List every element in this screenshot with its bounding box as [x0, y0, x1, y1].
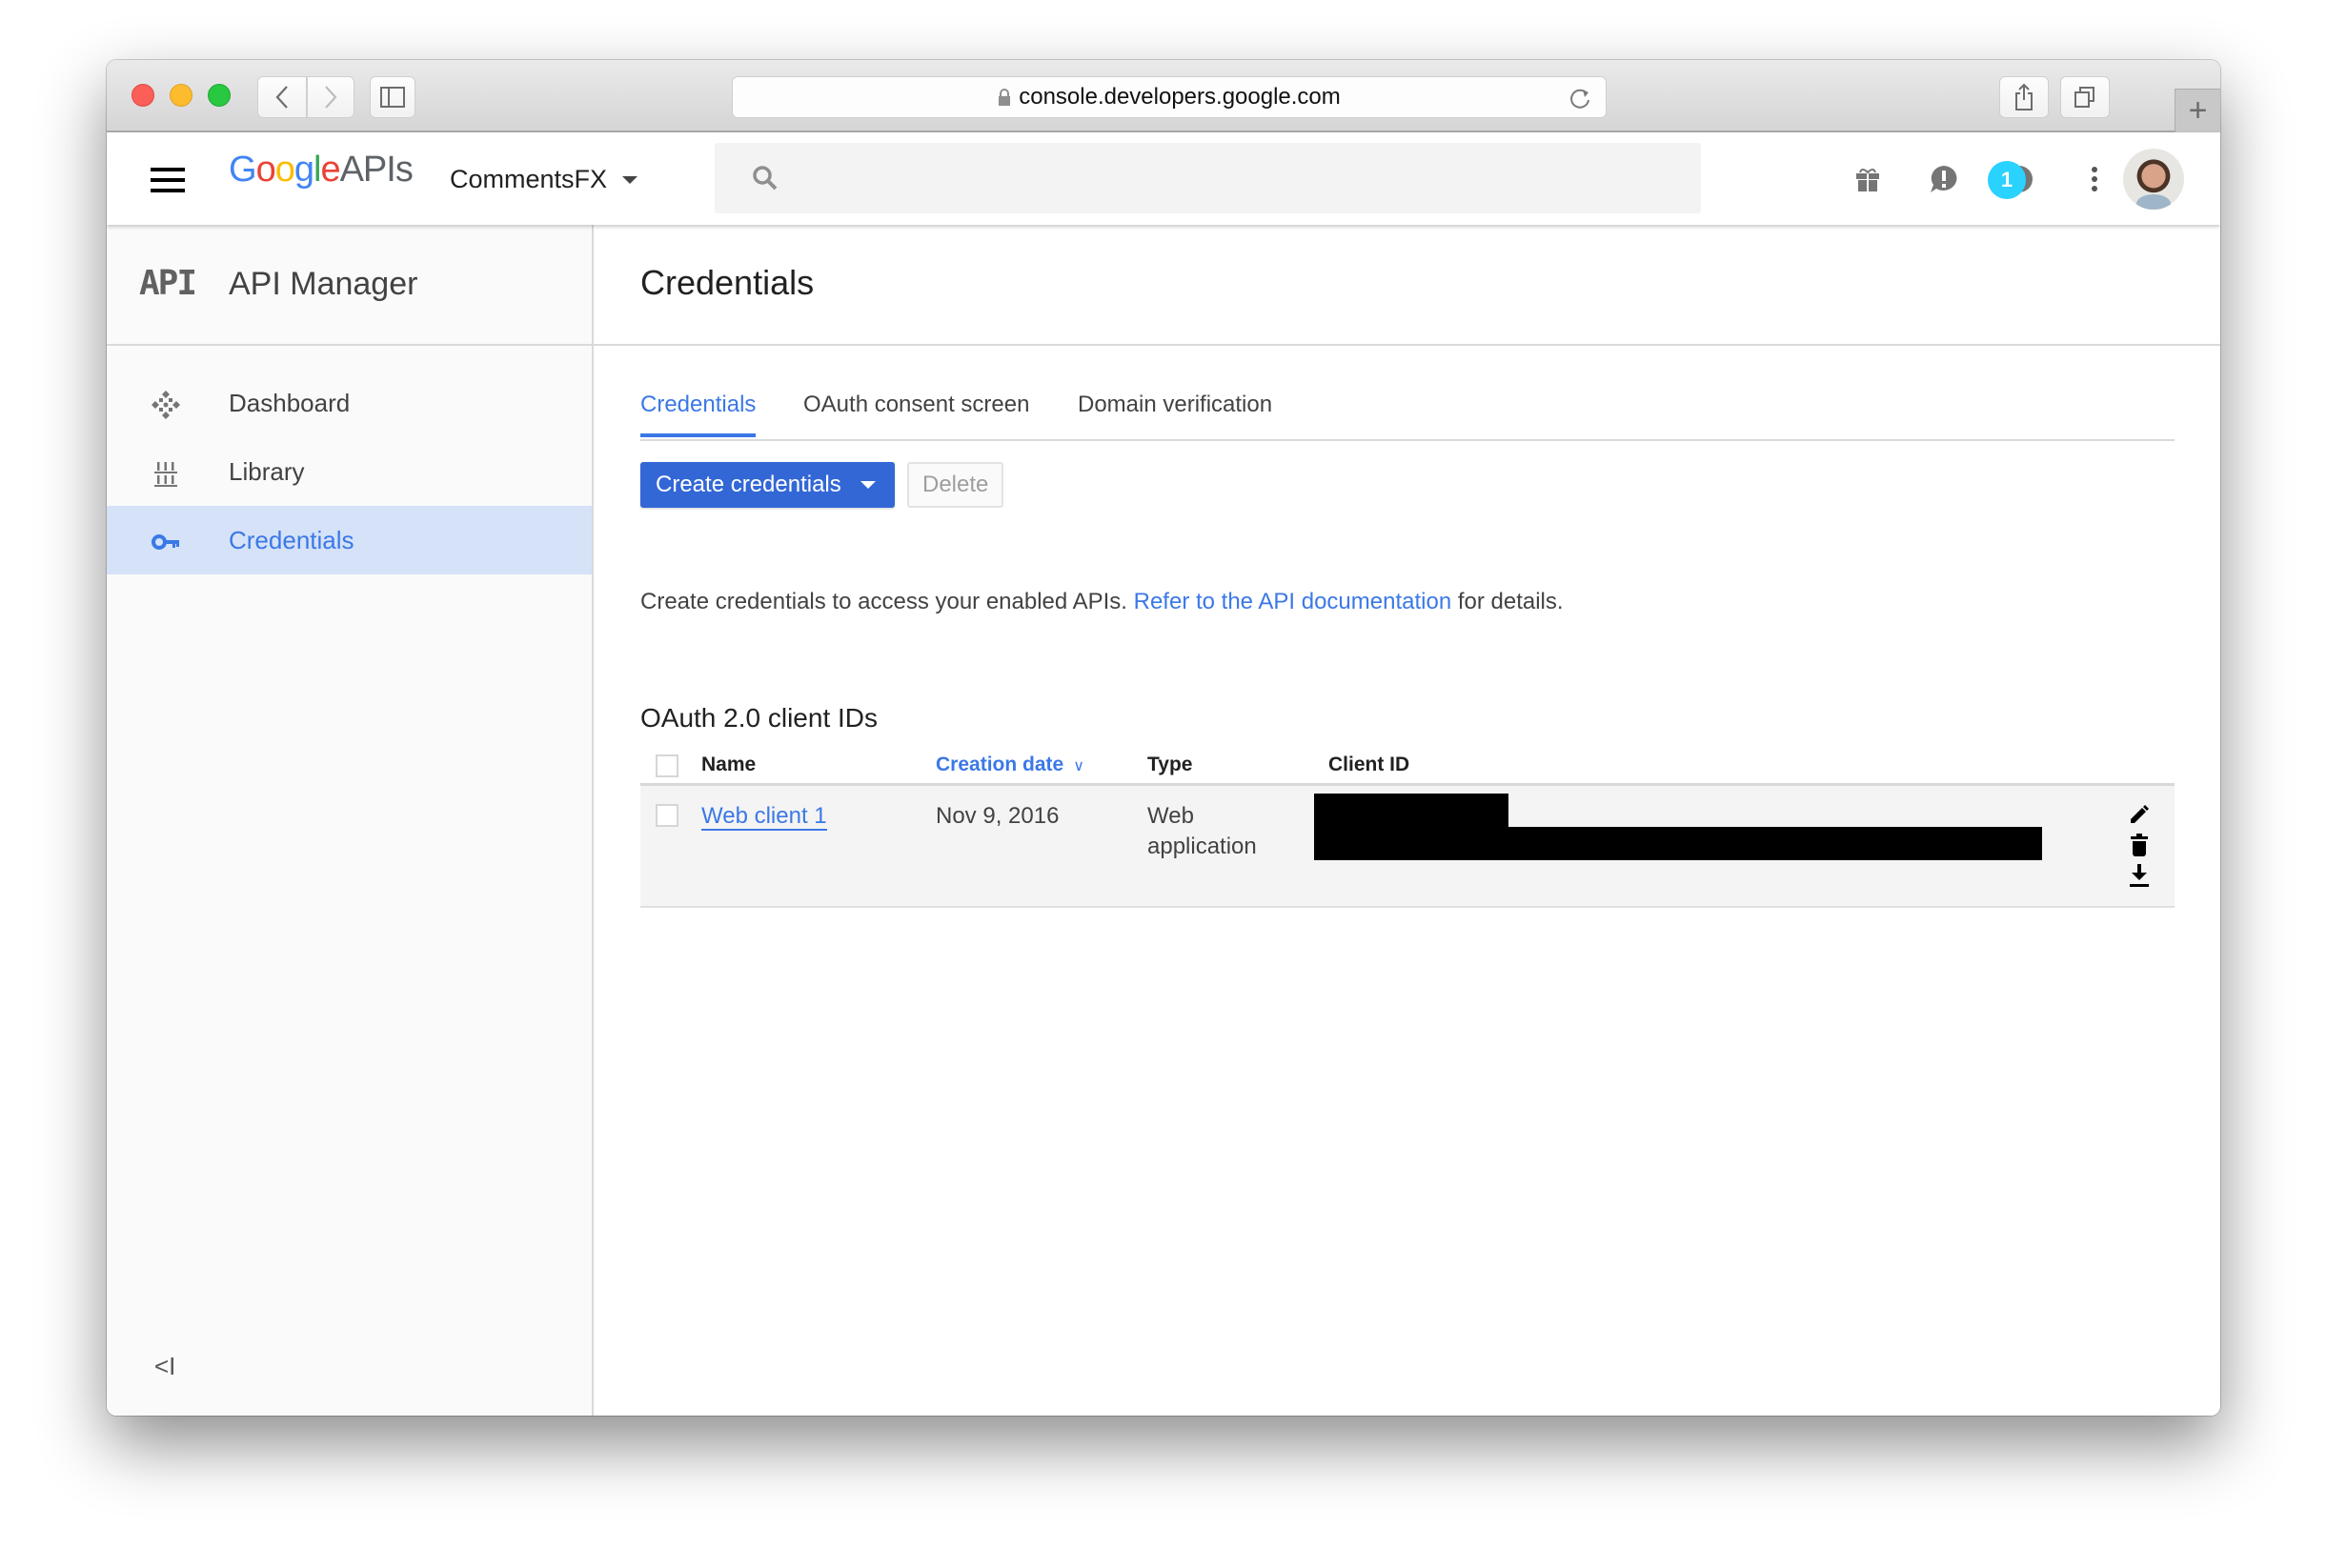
page-title: Credentials	[640, 263, 815, 302]
chevron-right-icon	[325, 86, 337, 109]
project-selector[interactable]: CommentsFX	[450, 165, 638, 194]
feedback-icon	[1931, 166, 1957, 192]
share-button[interactable]	[1999, 76, 2049, 118]
collapse-left-icon: <I	[154, 1352, 176, 1380]
api-documentation-link[interactable]: Refer to the API documentation	[1134, 589, 1452, 614]
sidebar-item-label: Credentials	[229, 525, 354, 554]
google-apis-logo[interactable]: GoogleAPIs	[229, 151, 414, 188]
delete-button[interactable]: Delete	[907, 462, 1004, 508]
collapse-sidebar-button[interactable]: <I	[154, 1352, 175, 1381]
sidebar-item-credentials[interactable]: Credentials	[107, 506, 592, 574]
delete-icon	[2131, 834, 2148, 856]
url-text: console.developers.google.com	[1019, 84, 1341, 110]
more-vert-icon	[2092, 167, 2097, 191]
caret-down-icon	[622, 175, 638, 184]
tab-oauth-consent-screen[interactable]: OAuth consent screen	[803, 392, 1029, 433]
feedback-button[interactable]	[1929, 164, 1959, 194]
hamburger-icon	[151, 168, 185, 171]
sidebar-header: API API Manager	[107, 225, 592, 346]
action-bar: Create credentials Delete	[640, 441, 2175, 517]
browser-toolbar: console.developers.google.com +	[107, 60, 2220, 132]
edit-icon	[2131, 805, 2149, 823]
creation-date-cell: Nov 9, 2016	[936, 803, 1060, 829]
caret-down-icon	[860, 481, 876, 489]
tab-domain-verification[interactable]: Domain verification	[1078, 392, 1272, 433]
type-cell: Web application	[1147, 803, 1257, 859]
dashboard-icon	[151, 391, 181, 419]
address-bar[interactable]: console.developers.google.com	[732, 76, 1607, 118]
sidebar-toggle-button[interactable]	[370, 76, 415, 118]
more-options-button[interactable]	[2079, 164, 2110, 194]
row-actions	[2125, 799, 2154, 891]
plus-icon: +	[2188, 92, 2208, 129]
sidebar: API API Manager Dashboard Library Creden…	[107, 225, 594, 1416]
tab-credentials[interactable]: Credentials	[640, 392, 757, 437]
column-header-client-id: Client ID	[1328, 754, 1410, 775]
sort-descending-icon: ∨	[1073, 758, 1084, 774]
search-bar[interactable]	[715, 143, 1701, 213]
tab-bar: Credentials OAuth consent screen Domain …	[640, 346, 2175, 441]
back-button[interactable]	[257, 76, 307, 118]
create-credentials-label: Create credentials	[656, 472, 841, 497]
client-name-cell: Web client 1	[701, 801, 827, 832]
oauth-section-title: OAuth 2.0 client IDs	[640, 703, 879, 733]
create-credentials-button[interactable]: Create credentials	[640, 462, 895, 508]
sidebar-item-label: Dashboard	[229, 388, 351, 417]
sidebar-item-label: Library	[229, 456, 305, 486]
page-header: Credentials	[594, 225, 2220, 346]
credentials-description: Create credentials to access your enable…	[640, 589, 1564, 614]
menu-button[interactable]	[151, 168, 185, 192]
sidebar-item-dashboard[interactable]: Dashboard	[107, 369, 592, 437]
search-icon	[753, 166, 778, 191]
new-tab-button[interactable]: +	[2175, 89, 2220, 132]
avatar[interactable]	[2123, 149, 2184, 210]
key-icon	[151, 529, 181, 555]
browser-window: console.developers.google.com + GoogleAP…	[107, 60, 2220, 1416]
table-header: Name Creation date ∨ Type Client ID	[640, 746, 2175, 786]
select-all-checkbox[interactable]	[656, 754, 678, 777]
row-checkbox[interactable]	[656, 804, 678, 827]
project-name: CommentsFX	[450, 165, 608, 193]
download-button[interactable]	[2125, 860, 2154, 891]
column-header-creation-date[interactable]: Creation date ∨	[936, 754, 1084, 776]
chevron-left-icon	[275, 86, 288, 109]
minimize-window-button[interactable]	[170, 84, 192, 107]
notifications-badge[interactable]: 1	[1988, 161, 2026, 199]
sidebar-title: API Manager	[229, 266, 418, 302]
search-input[interactable]	[791, 143, 1687, 213]
oauth-client-table: Name Creation date ∨ Type Client ID Web c…	[640, 746, 2175, 908]
content-area: Credentials OAuth consent screen Domain …	[640, 346, 2175, 908]
sidebar-item-library[interactable]: Library	[107, 437, 592, 506]
delete-row-button[interactable]	[2125, 830, 2154, 860]
gift-icon	[1856, 169, 1879, 191]
app-header: GoogleAPIs CommentsFX 1	[107, 132, 2220, 225]
sidebar-icon	[380, 87, 405, 108]
library-icon	[151, 460, 181, 487]
share-icon	[2015, 83, 2033, 111]
show-tabs-button[interactable]	[2060, 76, 2110, 118]
close-window-button[interactable]	[132, 84, 154, 107]
main-content: Credentials Credentials OAuth consent sc…	[594, 225, 2220, 1416]
column-header-type: Type	[1147, 754, 1193, 775]
edit-button[interactable]	[2125, 799, 2154, 830]
forward-button[interactable]	[307, 76, 354, 118]
client-id-redaction	[1314, 827, 2042, 860]
reload-icon[interactable]	[1569, 86, 1592, 111]
gift-button[interactable]	[1852, 164, 1883, 194]
table-row: Web client 1 Nov 9, 2016 Web application	[640, 786, 2175, 908]
column-header-name[interactable]: Name	[701, 754, 756, 776]
zoom-window-button[interactable]	[208, 84, 231, 107]
lock-icon	[999, 89, 1011, 106]
api-logo-icon: API	[139, 264, 197, 303]
sidebar-nav: Dashboard Library Credentials	[107, 346, 592, 574]
client-name-link[interactable]: Web client 1	[701, 803, 827, 831]
tabs-icon	[2074, 87, 2094, 108]
download-icon	[2130, 864, 2149, 887]
